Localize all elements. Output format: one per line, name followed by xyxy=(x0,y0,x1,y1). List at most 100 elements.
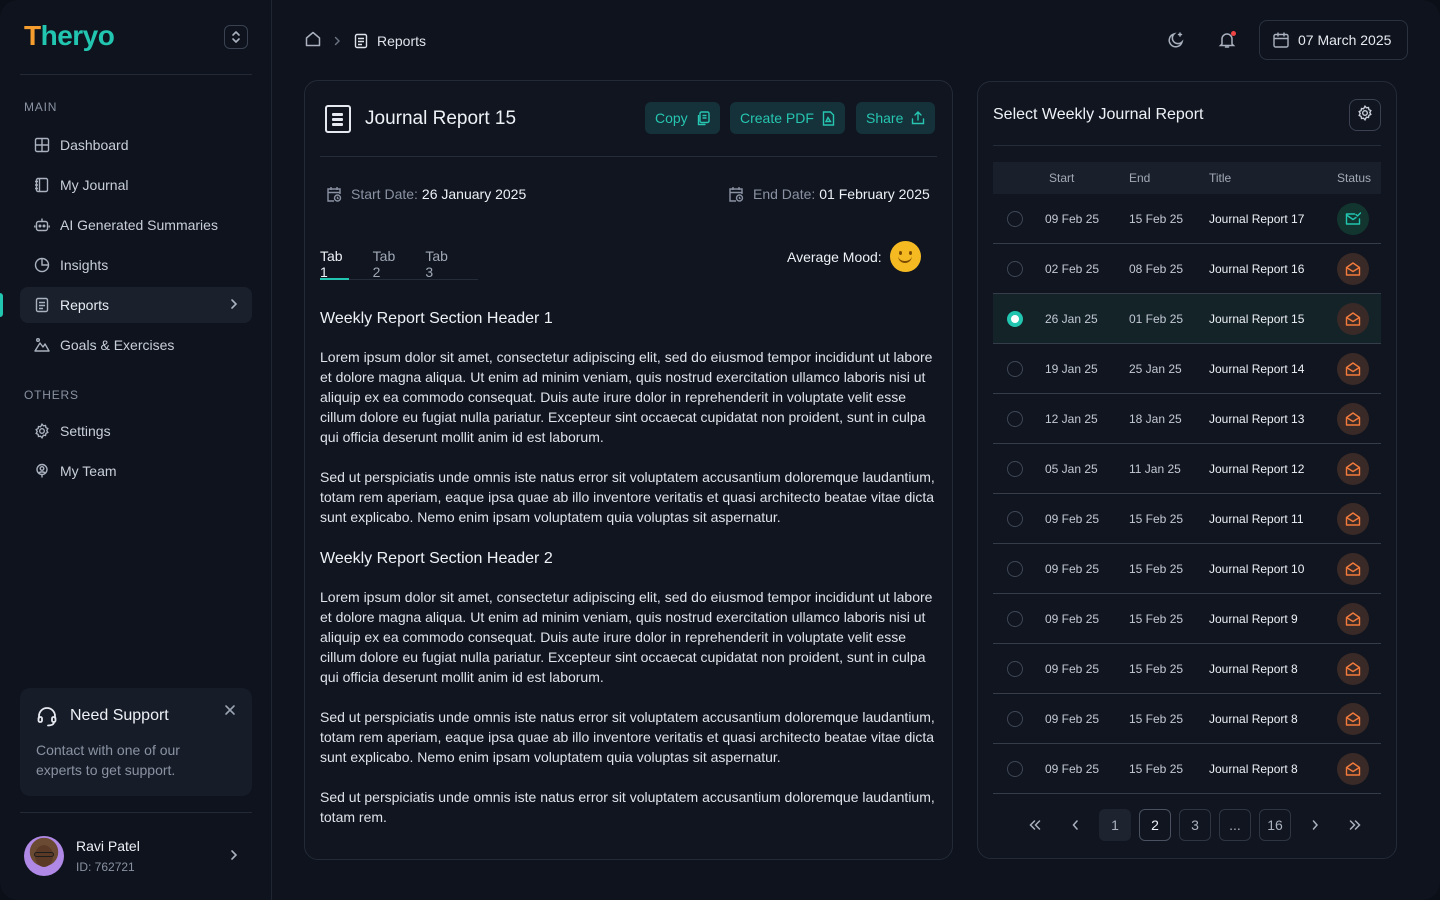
row-radio[interactable] xyxy=(1007,761,1023,777)
pie-chart-icon xyxy=(34,257,50,273)
page-button[interactable]: 1 xyxy=(1099,809,1131,841)
pagination: 1 2 3 ... 16 xyxy=(1019,809,1379,841)
section-paragraph: Sed ut perspiciatis unde omnis iste natu… xyxy=(320,469,935,525)
mail-open-icon[interactable] xyxy=(1337,703,1369,735)
sidebar-item-ai-summaries[interactable]: AI Generated Summaries xyxy=(20,207,252,243)
row-radio[interactable] xyxy=(1007,261,1023,277)
logo[interactable]: Theryo xyxy=(24,20,115,52)
mail-open-icon[interactable] xyxy=(1337,753,1369,785)
table-row[interactable]: 09 Feb 25 15 Feb 25 Journal Report 17 xyxy=(993,194,1381,244)
end-date-value: 01 February 2025 xyxy=(819,186,930,202)
mail-open-icon[interactable] xyxy=(1337,453,1369,485)
cell-title: Journal Report 11 xyxy=(1209,512,1304,526)
row-radio[interactable] xyxy=(1007,661,1023,677)
avatar[interactable] xyxy=(24,836,64,876)
table-row[interactable]: 12 Jan 25 18 Jan 25 Journal Report 13 xyxy=(993,394,1381,444)
column-end: End xyxy=(1129,171,1151,185)
list-title: Select Weekly Journal Report xyxy=(993,106,1204,123)
mail-open-icon[interactable] xyxy=(1337,353,1369,385)
sidebar-item-goals[interactable]: Goals & Exercises xyxy=(20,327,252,363)
date-picker[interactable]: 07 March 2025 xyxy=(1259,20,1408,60)
row-radio[interactable] xyxy=(1007,211,1023,227)
first-page-icon[interactable] xyxy=(1019,809,1051,841)
table-row[interactable]: 09 Feb 25 15 Feb 25 Journal Report 8 xyxy=(993,644,1381,694)
cell-end: 11 Jan 25 xyxy=(1129,462,1181,476)
mail-open-icon[interactable] xyxy=(1337,253,1369,285)
home-icon[interactable] xyxy=(304,30,322,51)
mail-check-icon[interactable] xyxy=(1337,203,1369,235)
sidebar-item-insights[interactable]: Insights xyxy=(20,247,252,283)
page-button-current[interactable]: 2 xyxy=(1139,809,1171,841)
bell-icon[interactable] xyxy=(1217,30,1237,50)
table-row[interactable]: 09 Feb 25 15 Feb 25 Journal Report 11 xyxy=(993,494,1381,544)
table-row[interactable]: 26 Jan 25 01 Feb 25 Journal Report 15 xyxy=(993,294,1381,344)
cell-title: Journal Report 10 xyxy=(1209,562,1305,576)
support-title: Need Support xyxy=(70,707,169,724)
mail-open-icon[interactable] xyxy=(1337,653,1369,685)
share-button[interactable]: Share xyxy=(856,102,936,134)
tab-1[interactable]: Tab 1 xyxy=(320,245,349,280)
row-radio[interactable] xyxy=(1007,511,1023,527)
last-page-icon[interactable] xyxy=(1339,809,1371,841)
page-ellipsis[interactable]: ... xyxy=(1219,809,1251,841)
report-header: Journal Report 15 xyxy=(325,105,516,133)
row-radio[interactable] xyxy=(1007,611,1023,627)
active-indicator xyxy=(0,293,3,317)
table-row[interactable]: 19 Jan 25 25 Jan 25 Journal Report 14 xyxy=(993,344,1381,394)
table-row[interactable]: 09 Feb 25 15 Feb 25 Journal Report 8 xyxy=(993,744,1381,794)
notification-dot xyxy=(1231,31,1236,36)
mail-open-icon[interactable] xyxy=(1337,403,1369,435)
row-radio[interactable] xyxy=(1007,411,1023,427)
breadcrumb-current[interactable]: Reports xyxy=(377,33,426,49)
row-radio[interactable] xyxy=(1007,361,1023,377)
close-icon[interactable] xyxy=(224,703,236,721)
robot-icon xyxy=(34,217,50,233)
share-icon xyxy=(911,111,925,125)
cell-start: 09 Feb 25 xyxy=(1045,662,1100,676)
calendar-clock-icon xyxy=(325,185,343,203)
cell-start: 09 Feb 25 xyxy=(1045,562,1100,576)
mail-open-icon[interactable] xyxy=(1337,553,1369,585)
next-page-icon[interactable] xyxy=(1299,809,1331,841)
create-pdf-button[interactable]: Create PDF xyxy=(730,102,845,134)
mail-open-icon[interactable] xyxy=(1337,303,1369,335)
sidebar-item-settings[interactable]: Settings xyxy=(20,413,252,449)
chevron-right-icon[interactable] xyxy=(230,848,238,866)
cell-title: Journal Report 14 xyxy=(1209,362,1305,376)
report-title: Journal Report 15 xyxy=(365,108,517,129)
table-row[interactable]: 05 Jan 25 11 Jan 25 Journal Report 12 xyxy=(993,444,1381,494)
row-radio[interactable] xyxy=(1007,711,1023,727)
sidebar-item-my-team[interactable]: My Team xyxy=(20,453,252,489)
cell-start: 02 Feb 25 xyxy=(1045,262,1100,276)
chevron-right-icon xyxy=(334,33,341,49)
table-row[interactable]: 09 Feb 25 15 Feb 25 Journal Report 8 xyxy=(993,694,1381,744)
sidebar-item-reports[interactable]: Reports xyxy=(20,287,252,323)
cell-title: Journal Report 16 xyxy=(1209,262,1305,276)
tab-3[interactable]: Tab 3 xyxy=(425,245,453,280)
list-settings-button[interactable] xyxy=(1349,99,1381,131)
theme-toggle-icon[interactable] xyxy=(1166,30,1186,50)
page-button[interactable]: 16 xyxy=(1259,809,1291,841)
start-date-value: 26 January 2025 xyxy=(421,186,527,202)
copy-button[interactable]: Copy xyxy=(645,102,720,134)
table-row[interactable]: 09 Feb 25 15 Feb 25 Journal Report 10 xyxy=(993,544,1381,594)
page-button[interactable]: 3 xyxy=(1179,809,1211,841)
sidebar-item-label: My Team xyxy=(60,463,117,479)
cell-end: 01 Feb 25 xyxy=(1129,312,1184,326)
start-date: Start Date: 26 January 2025 xyxy=(325,185,526,203)
sidebar-item-dashboard[interactable]: Dashboard xyxy=(20,127,252,163)
row-radio[interactable] xyxy=(1007,461,1023,477)
mail-open-icon[interactable] xyxy=(1337,603,1369,635)
sidebar-item-my-journal[interactable]: My Journal xyxy=(20,167,252,203)
prev-page-icon[interactable] xyxy=(1059,809,1091,841)
sidebar-toggle-button[interactable] xyxy=(224,25,248,49)
tab-2[interactable]: Tab 2 xyxy=(373,245,401,280)
cell-end: 08 Feb 25 xyxy=(1129,262,1184,276)
calendar-clock-icon xyxy=(727,185,745,203)
copy-icon xyxy=(696,110,710,126)
table-row[interactable]: 09 Feb 25 15 Feb 25 Journal Report 9 xyxy=(993,594,1381,644)
row-radio[interactable] xyxy=(1007,561,1023,577)
row-radio[interactable] xyxy=(1007,311,1023,327)
mail-open-icon[interactable] xyxy=(1337,503,1369,535)
table-row[interactable]: 02 Feb 25 08 Feb 25 Journal Report 16 xyxy=(993,244,1381,294)
